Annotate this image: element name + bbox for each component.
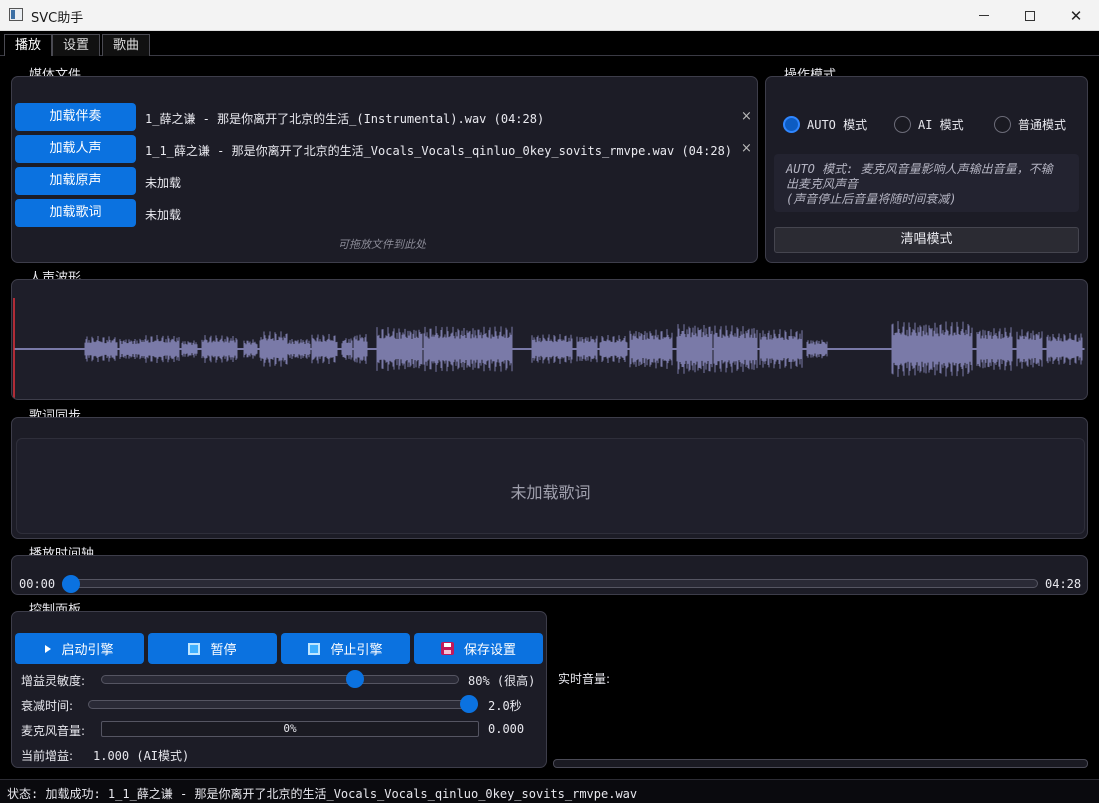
radio-auto-label: AUTO 模式 [807,118,868,132]
original-file-label: 未加载 [145,176,182,190]
waveform-path [14,321,1085,377]
current-time: 00:00 [19,577,56,591]
status-bar: 状态: 加载成功: 1_1_薛之谦 - 那是你离开了北京的生活_Vocals_V… [0,779,1099,803]
load-accompaniment-button[interactable]: 加载伴奏 [15,103,136,131]
radio-dot [894,116,911,133]
lyrics-display: 未加载歌词 [16,438,1085,534]
minimize-icon [979,15,989,16]
timeline-track[interactable] [62,579,1038,588]
tab-play[interactable]: 播放 [4,34,53,56]
current-gain-label: 当前增益: [21,749,74,763]
close-icon: ✕ [1069,6,1083,25]
vocals-file-label: 1_1_薛之谦 - 那是你离开了北京的生活_Vocals_Vocals_qinl… [145,144,733,158]
tab-settings[interactable]: 设置 [52,34,101,56]
stop-engine-label: 停止引擎 [330,643,383,658]
radio-ai-label: AI 模式 [918,118,964,132]
decay-slider-track[interactable] [88,700,478,709]
pause-button[interactable]: 暂停 [148,633,277,664]
radio-auto-mode[interactable]: AUTO 模式 [783,116,867,133]
mode-description: AUTO 模式: 麦克风音量影响人声输出音量，不输 出麦克风声音 (声音停止后音… [774,154,1079,212]
play-icon [45,644,52,653]
current-gain-value: 1.000 (AI模式) [93,749,190,763]
stop-engine-button[interactable]: 停止引擎 [281,633,410,664]
stop-square-icon [308,642,321,655]
maximize-button[interactable] [1007,0,1053,31]
lyrics-empty-text: 未加载歌词 [510,483,591,502]
timeline-group [11,555,1088,595]
radio-dot [994,116,1011,133]
gain-label: 增益灵敏度: [21,674,86,688]
decay-slider-thumb[interactable] [460,695,478,713]
remove-accompaniment-button[interactable]: × [741,109,752,124]
mode-description-line: 出麦克风声音 [786,177,859,191]
decay-value: 2.0秒 [488,699,522,713]
gain-slider-thumb[interactable] [345,670,364,688]
tab-bar: 播放 设置 歌曲 [0,31,1099,56]
mic-volume-bar-text: 0% [283,722,297,735]
timeline-thumb[interactable] [62,575,80,593]
decay-label: 衰减时间: [21,699,74,713]
pause-square-icon [188,642,201,655]
mic-volume-value: 0.000 [488,722,525,736]
maximize-icon [1025,10,1035,21]
load-vocals-button[interactable]: 加载人声 [15,135,136,163]
mode-description-line: (声音停止后音量将随时间衰减) [786,192,957,206]
radio-normal-mode[interactable]: 普通模式 [994,116,1066,133]
radio-dot [783,116,800,133]
radio-normal-label: 普通模式 [1018,118,1067,132]
pause-label: 暂停 [210,643,237,658]
realtime-volume-label: 实时音量: [558,672,611,686]
drop-hint: 可拖放文件到此处 [338,238,426,251]
radio-ai-mode[interactable]: AI 模式 [894,116,964,133]
minimize-button[interactable] [961,0,1007,31]
start-engine-button[interactable]: 启动引擎 [15,633,144,664]
lyrics-file-label: 未加载 [145,208,182,222]
load-lyrics-button[interactable]: 加载歌词 [15,199,136,227]
a-cappella-mode-button[interactable]: 清唱模式 [774,227,1079,253]
remove-vocals-button[interactable]: × [741,141,752,156]
vocal-waveform[interactable] [12,280,1087,399]
save-settings-label: 保存设置 [463,643,516,658]
realtime-volume-bar [553,759,1088,768]
close-window-button[interactable]: ✕ [1053,0,1099,31]
waveform-group [11,279,1088,400]
mode-description-line: AUTO 模式: 麦克风音量影响人声输出音量，不输 [786,162,1053,176]
mic-volume-bar: 0% [101,721,479,737]
floppy-icon [440,642,454,655]
tab-songs[interactable]: 歌曲 [102,34,151,56]
window-title: SVC助手 [31,11,84,26]
title-bar: SVC助手 ✕ [0,0,1099,31]
save-settings-button[interactable]: 保存设置 [414,633,543,664]
app-icon [9,8,23,21]
lyrics-group: 未加载歌词 [11,417,1088,539]
load-original-button[interactable]: 加载原声 [15,167,136,195]
gain-value: 80% (很高) [468,674,536,688]
gain-slider-track[interactable] [101,675,459,684]
start-engine-label: 启动引擎 [61,643,114,658]
total-time: 04:28 [1045,577,1082,591]
accompaniment-file-label: 1_薛之谦 - 那是你离开了北京的生活_(Instrumental).wav (… [145,112,545,126]
mic-volume-label: 麦克风音量: [21,724,86,738]
status-text: 状态: 加载成功: 1_1_薛之谦 - 那是你离开了北京的生活_Vocals_V… [7,787,638,801]
